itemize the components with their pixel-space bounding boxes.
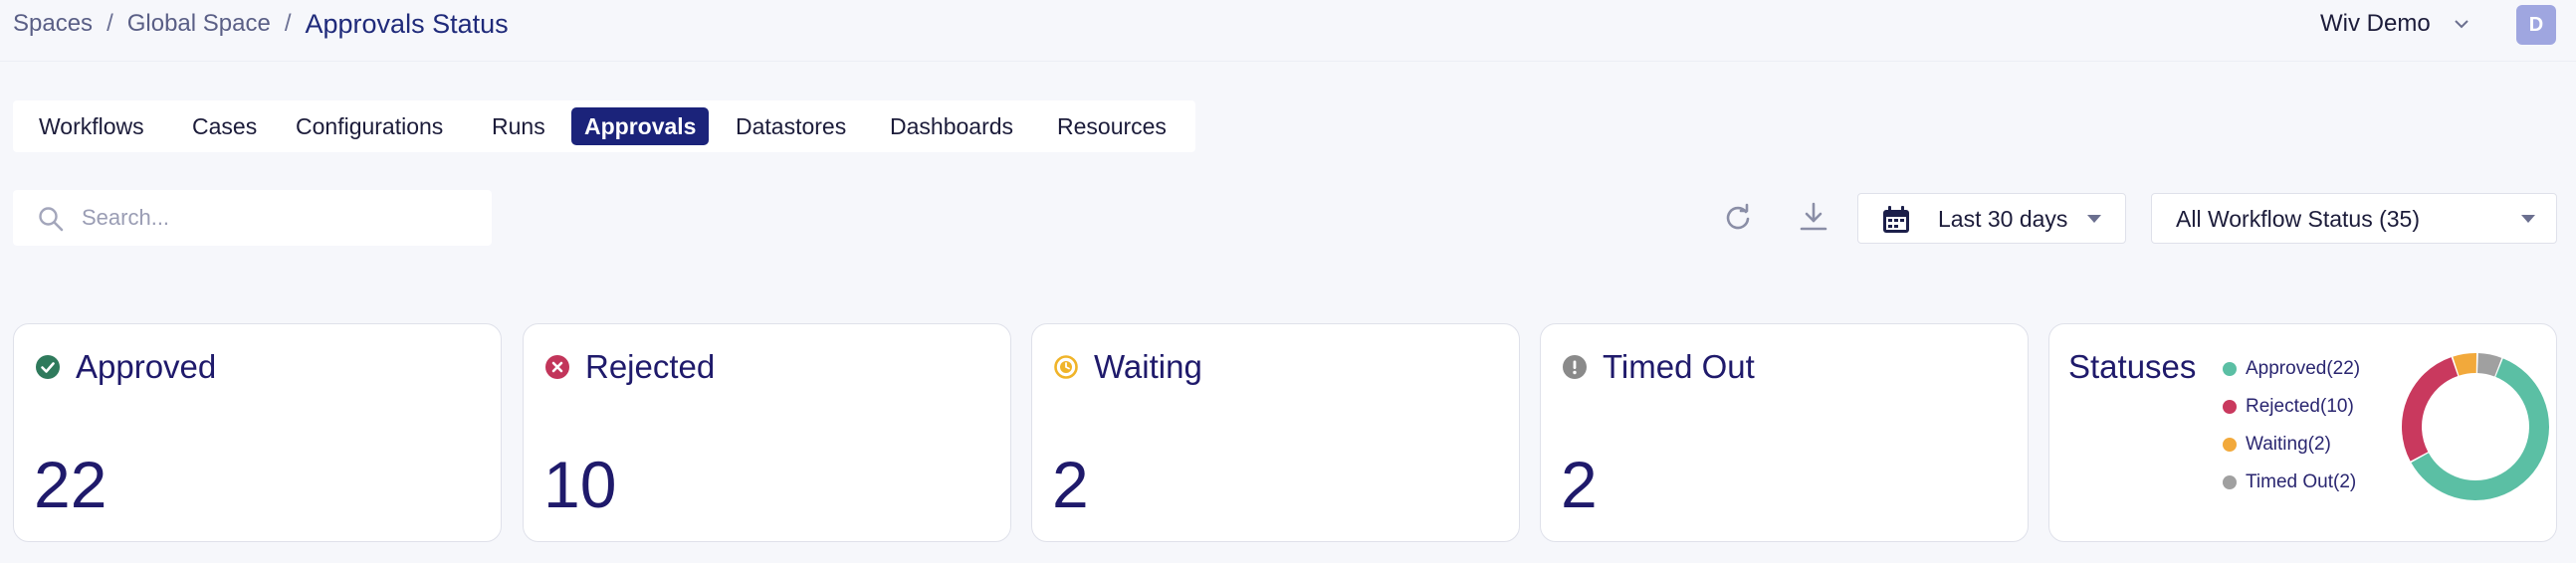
breadcrumb: Spaces / Global Space / Approvals Status [13,8,509,40]
tab-approvals[interactable]: Approvals [571,107,710,145]
search-box [13,190,492,246]
tab-dashboards[interactable]: Dashboards [890,107,1013,145]
download-icon[interactable] [1796,199,1831,235]
calendar-icon [1883,206,1909,233]
tab-bar: Workflows Cases Configurations Runs Appr… [13,100,1195,152]
page-title: Approvals Status [305,8,509,39]
avatar[interactable]: D [2516,5,2556,45]
legend-item-rejected[interactable]: Rejected(10) [2223,388,2360,426]
workflow-status-select[interactable]: All Workflow Status (35) [2151,193,2557,244]
legend-label: Approved(22) [2246,358,2361,379]
account-switcher[interactable]: Wiv Demo [2320,8,2470,40]
rejected-card[interactable]: Rejected 10 [523,323,1011,542]
card-value: 22 [34,448,107,521]
legend-dot [2223,438,2237,452]
tab-runs[interactable]: Runs [492,107,545,145]
card-value: 2 [1052,448,1089,521]
card-label: Waiting [1094,348,1202,385]
caret-down-icon [2521,215,2535,223]
refresh-icon[interactable] [1720,200,1756,236]
account-name: Wiv Demo [2320,10,2431,37]
card-label: Approved [76,348,217,385]
caret-down-icon [2087,215,2101,223]
legend-dot [2223,400,2237,414]
statuses-card: Statuses Approved(22) Rejected(10) Waiti… [2048,323,2557,542]
statuses-legend: Approved(22) Rejected(10) Waiting(2) Tim… [2223,350,2360,501]
legend-item-timed-out[interactable]: Timed Out(2) [2223,464,2360,501]
tab-datastores[interactable]: Datastores [736,107,846,145]
approved-card[interactable]: Approved 22 [13,323,502,542]
breadcrumb-global-space[interactable]: Global Space [127,10,271,38]
legend-label: Timed Out(2) [2246,471,2357,492]
breadcrumb-separator: / [284,10,292,37]
legend-dot [2223,362,2237,376]
clock-circle-icon [1054,355,1078,379]
date-range-value: Last 30 days [1938,206,2068,232]
tab-configurations[interactable]: Configurations [296,107,443,145]
timed-out-card[interactable]: Timed Out 2 [1540,323,2029,542]
chevron-down-icon [2454,20,2469,29]
legend-dot [2223,475,2237,489]
date-range-select[interactable]: Last 30 days [1857,193,2126,244]
statuses-title: Statuses [2068,348,2197,385]
tab-cases[interactable]: Cases [192,107,257,145]
legend-item-approved[interactable]: Approved(22) [2223,350,2360,388]
tab-resources[interactable]: Resources [1057,107,1167,145]
search-input[interactable] [82,198,470,238]
top-bar: Spaces / Global Space / Approvals Status… [0,0,2576,62]
workflow-status-value: All Workflow Status (35) [2176,206,2420,232]
exclamation-circle-icon [1563,355,1587,379]
card-value: 10 [543,448,617,521]
legend-label: Rejected(10) [2246,396,2354,417]
tab-workflows[interactable]: Workflows [39,107,144,145]
breadcrumb-spaces[interactable]: Spaces [13,10,93,38]
status-donut-chart [2402,353,2549,500]
search-icon [39,207,64,232]
check-circle-icon [36,355,60,379]
legend-item-waiting[interactable]: Waiting(2) [2223,426,2360,464]
card-value: 2 [1561,448,1598,521]
legend-label: Waiting(2) [2246,434,2331,455]
card-label: Timed Out [1603,348,1755,385]
waiting-card[interactable]: Waiting 2 [1031,323,1520,542]
card-label: Rejected [585,348,716,385]
breadcrumb-separator: / [107,10,113,37]
x-circle-icon [545,355,569,379]
